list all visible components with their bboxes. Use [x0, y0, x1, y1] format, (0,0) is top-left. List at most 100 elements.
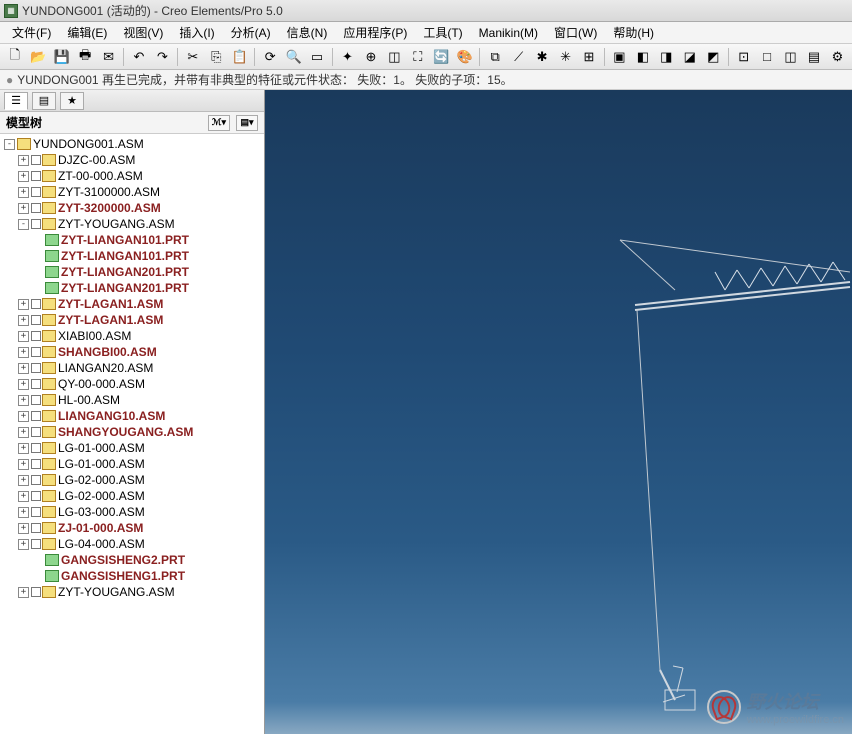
- model-tree[interactable]: -YUNDONG001.ASM+DJZC-00.ASM+ZT-00-000.AS…: [0, 134, 264, 734]
- menu-insert[interactable]: 插入(I): [173, 22, 220, 43]
- tree-item[interactable]: +LG-02-000.ASM: [4, 472, 264, 488]
- tree-show-button[interactable]: ℳ▾: [208, 115, 230, 131]
- select-button[interactable]: ▭: [306, 46, 327, 68]
- cut-button[interactable]: ✂: [182, 46, 203, 68]
- tree-item[interactable]: +LIANGANG10.ASM: [4, 408, 264, 424]
- zoom-button[interactable]: ⊕: [360, 46, 381, 68]
- tree-item[interactable]: +ZYT-LAGAN1.ASM: [4, 296, 264, 312]
- datum-plane-button[interactable]: ⧉: [484, 46, 505, 68]
- tree-item[interactable]: +SHANGBI00.ASM: [4, 344, 264, 360]
- expander-icon[interactable]: +: [18, 299, 29, 310]
- print-button[interactable]: 🖶: [74, 46, 95, 68]
- tree-item[interactable]: +XIABI00.ASM: [4, 328, 264, 344]
- tree-item[interactable]: +ZYT-3100000.ASM: [4, 184, 264, 200]
- menu-apps[interactable]: 应用程序(P): [337, 22, 413, 43]
- expander-icon[interactable]: -: [18, 219, 29, 230]
- enhanced-button[interactable]: ◩: [703, 46, 724, 68]
- expander-icon[interactable]: +: [18, 523, 29, 534]
- expander-icon[interactable]: +: [18, 587, 29, 598]
- expander-icon[interactable]: +: [18, 539, 29, 550]
- tree-item[interactable]: +QY-00-000.ASM: [4, 376, 264, 392]
- new-button[interactable]: 🗋: [4, 46, 25, 68]
- tree-item[interactable]: +ZYT-3200000.ASM: [4, 200, 264, 216]
- expander-icon[interactable]: +: [18, 187, 29, 198]
- tree-item[interactable]: -YUNDONG001.ASM: [4, 136, 264, 152]
- expander-icon[interactable]: +: [18, 155, 29, 166]
- tab-layers[interactable]: ▤: [32, 92, 56, 110]
- expander-icon[interactable]: +: [18, 491, 29, 502]
- annotation-button[interactable]: ⊞: [578, 46, 599, 68]
- copy-button[interactable]: ⎘: [206, 46, 227, 68]
- menu-manikin[interactable]: Manikin(M): [473, 24, 544, 42]
- refit-button[interactable]: ⛶: [407, 46, 428, 68]
- csys-button[interactable]: ✳: [555, 46, 576, 68]
- menu-edit[interactable]: 编辑(E): [61, 22, 113, 43]
- menu-tools[interactable]: 工具(T): [417, 22, 468, 43]
- menu-view[interactable]: 视图(V): [117, 22, 169, 43]
- datum-point-button[interactable]: ✱: [531, 46, 552, 68]
- tree-item[interactable]: +HL-00.ASM: [4, 392, 264, 408]
- tree-item[interactable]: +ZYT-YOUGANG.ASM: [4, 584, 264, 600]
- expander-icon[interactable]: +: [18, 443, 29, 454]
- menu-window[interactable]: 窗口(W): [548, 22, 603, 43]
- regen-button[interactable]: ⟳: [259, 46, 280, 68]
- tree-item[interactable]: -ZYT-YOUGANG.ASM: [4, 216, 264, 232]
- menu-file[interactable]: 文件(F): [6, 22, 57, 43]
- tab-tree[interactable]: ☰: [4, 92, 28, 110]
- settings-button[interactable]: ⚙: [827, 46, 848, 68]
- expander-icon[interactable]: +: [18, 363, 29, 374]
- tree-item[interactable]: +DJZC-00.ASM: [4, 152, 264, 168]
- expander-icon[interactable]: +: [18, 411, 29, 422]
- tree-item[interactable]: GANGSISHENG2.PRT: [4, 552, 264, 568]
- tree-item[interactable]: ZYT-LIANGAN201.PRT: [4, 280, 264, 296]
- tree-item[interactable]: ZYT-LIANGAN101.PRT: [4, 232, 264, 248]
- box1-button[interactable]: □: [756, 46, 777, 68]
- tree-item[interactable]: +ZJ-01-000.ASM: [4, 520, 264, 536]
- datum-axis-button[interactable]: ⟋: [508, 46, 529, 68]
- expander-icon[interactable]: +: [18, 459, 29, 470]
- tree-item[interactable]: +LG-04-000.ASM: [4, 536, 264, 552]
- expander-icon[interactable]: +: [18, 315, 29, 326]
- box2-button[interactable]: ◫: [780, 46, 801, 68]
- saved-view-button[interactable]: 🎨: [454, 46, 475, 68]
- tree-item[interactable]: +SHANGYOUGANG.ASM: [4, 424, 264, 440]
- expander-icon[interactable]: -: [4, 139, 15, 150]
- tree-item[interactable]: GANGSISHENG1.PRT: [4, 568, 264, 584]
- paste-button[interactable]: 📋: [229, 46, 250, 68]
- expander-icon[interactable]: +: [18, 395, 29, 406]
- hidden-button[interactable]: ◧: [632, 46, 653, 68]
- tree-item[interactable]: ZYT-LIANGAN201.PRT: [4, 264, 264, 280]
- save-button[interactable]: 💾: [51, 46, 72, 68]
- view-button[interactable]: ◫: [384, 46, 405, 68]
- expander-icon[interactable]: +: [18, 507, 29, 518]
- tab-favorites[interactable]: ★: [60, 92, 84, 110]
- spin-center-button[interactable]: ⊡: [733, 46, 754, 68]
- 3d-viewport[interactable]: 野火论坛 www.proewildfire.cn: [265, 90, 852, 734]
- tree-item[interactable]: +LG-01-000.ASM: [4, 440, 264, 456]
- tree-item[interactable]: +ZYT-LAGAN1.ASM: [4, 312, 264, 328]
- search-button[interactable]: 🔍: [283, 46, 304, 68]
- expander-icon[interactable]: +: [18, 475, 29, 486]
- tree-item[interactable]: +LG-03-000.ASM: [4, 504, 264, 520]
- expander-icon[interactable]: +: [18, 427, 29, 438]
- redo-button[interactable]: ↷: [152, 46, 173, 68]
- expander-icon[interactable]: +: [18, 347, 29, 358]
- center-button[interactable]: ✦: [337, 46, 358, 68]
- tree-item[interactable]: +LG-01-000.ASM: [4, 456, 264, 472]
- shading-button[interactable]: ◪: [679, 46, 700, 68]
- open-button[interactable]: 📂: [27, 46, 48, 68]
- mail-button[interactable]: ✉: [98, 46, 119, 68]
- expander-icon[interactable]: +: [18, 171, 29, 182]
- expander-icon[interactable]: +: [18, 379, 29, 390]
- orient-button[interactable]: 🔄: [431, 46, 452, 68]
- tree-item[interactable]: +LIANGAN20.ASM: [4, 360, 264, 376]
- box3-button[interactable]: ▤: [803, 46, 824, 68]
- menu-help[interactable]: 帮助(H): [607, 22, 660, 43]
- expander-icon[interactable]: +: [18, 331, 29, 342]
- menu-info[interactable]: 信息(N): [281, 22, 334, 43]
- wireframe-button[interactable]: ▣: [609, 46, 630, 68]
- nohidden-button[interactable]: ◨: [656, 46, 677, 68]
- expander-icon[interactable]: +: [18, 203, 29, 214]
- tree-item[interactable]: +ZT-00-000.ASM: [4, 168, 264, 184]
- tree-item[interactable]: ZYT-LIANGAN101.PRT: [4, 248, 264, 264]
